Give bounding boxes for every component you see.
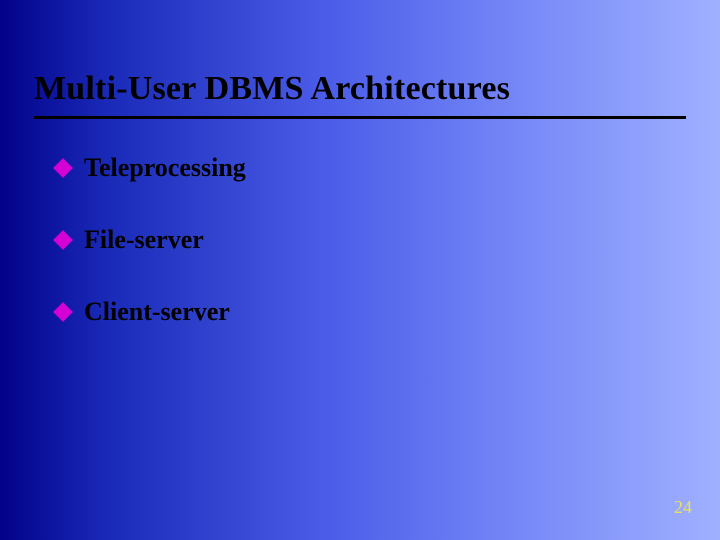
slide: Multi-User DBMS Architectures Teleproces…	[0, 0, 720, 540]
diamond-bullet-icon	[53, 230, 73, 250]
list-item-label: Teleprocessing	[84, 153, 246, 183]
slide-body: Teleprocessing File-server Client-server	[0, 127, 720, 327]
list-item: Client-server	[56, 297, 690, 327]
title-area: Multi-User DBMS Architectures	[0, 0, 720, 119]
list-item-label: Client-server	[84, 297, 230, 327]
slide-title: Multi-User DBMS Architectures	[34, 70, 686, 108]
title-underline	[34, 116, 686, 119]
list-item: File-server	[56, 225, 690, 255]
diamond-bullet-icon	[53, 158, 73, 178]
diamond-bullet-icon	[53, 302, 73, 322]
list-item-label: File-server	[84, 225, 204, 255]
list-item: Teleprocessing	[56, 153, 690, 183]
page-number: 24	[674, 497, 692, 518]
